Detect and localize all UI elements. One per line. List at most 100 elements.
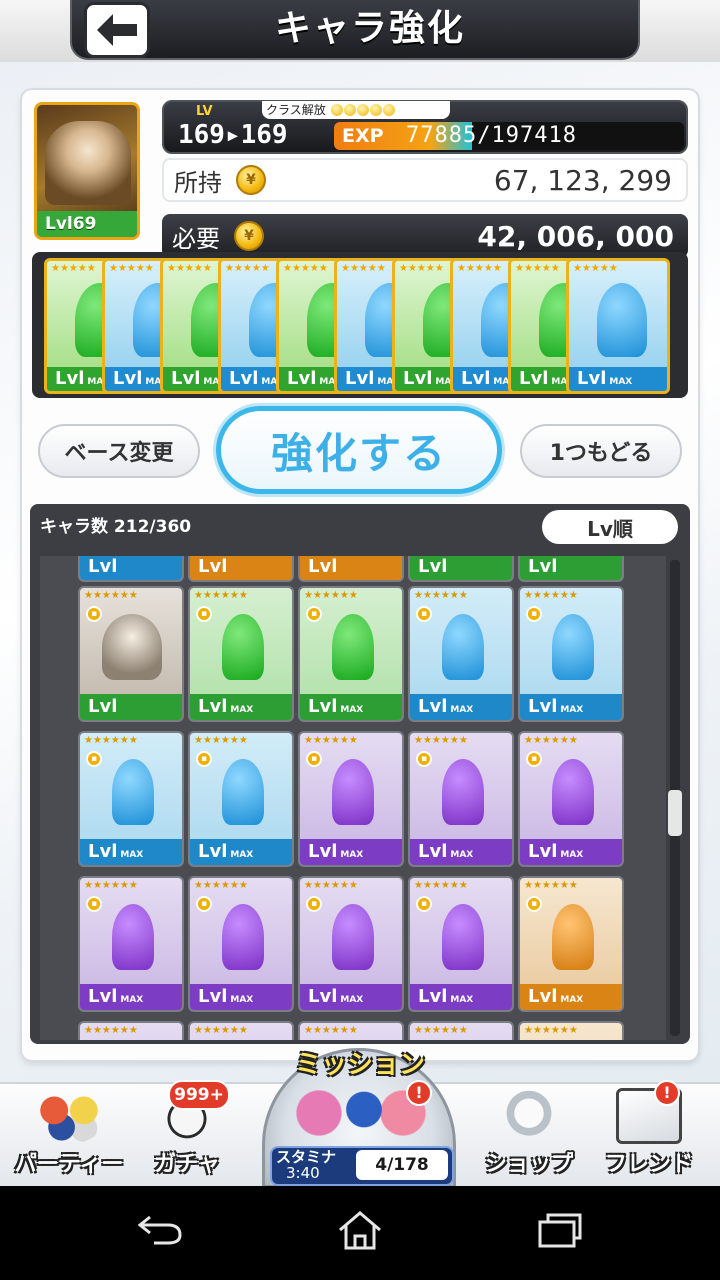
character-card[interactable]: ★★★★★★▪LvlMAX xyxy=(298,586,404,722)
character-card[interactable]: ★★★★★★▪LvlMAX xyxy=(298,731,404,867)
character-card[interactable]: ★★★★★★▪LvlMAX xyxy=(408,586,514,722)
character-card[interactable]: ★★★★★★▪LvlMAX xyxy=(518,586,624,722)
class-release: クラス解放 xyxy=(262,101,450,119)
material-card[interactable]: ★★★★★ Lvl MAX xyxy=(566,258,670,394)
lock-icon: ▪ xyxy=(86,751,102,767)
class-release-label: クラス解放 xyxy=(266,103,326,117)
rarity-stars: ★★★★★ xyxy=(341,263,386,274)
base-character-card[interactable]: Lvl69 xyxy=(34,102,140,240)
nav-shop[interactable]: ショップ xyxy=(464,1088,594,1184)
rarity-stars: ★★★★★ xyxy=(515,263,560,274)
card-character xyxy=(102,614,162,680)
card-level: Lvl MAX xyxy=(80,839,182,865)
gacha-badge: 999+ xyxy=(168,1080,230,1110)
gold-coin-icon: ¥ xyxy=(236,165,266,195)
card-level: Lvl MAX xyxy=(190,694,292,720)
character-card[interactable]: ★★★★★★▪LvlMAX xyxy=(408,1021,514,1040)
character-card[interactable]: ★★★★★★▪LvlMAX xyxy=(188,731,294,867)
character-card[interactable]: ★★★★★★▪Lvl xyxy=(518,556,624,582)
nav-friend[interactable]: フレンド xyxy=(584,1088,714,1184)
level-value: 169▸169 xyxy=(178,120,288,150)
character-card[interactable]: ★★★★★★▪LvlMAX xyxy=(188,876,294,1012)
rarity-stars: ★★★★★★ xyxy=(84,590,138,601)
card-level: Lvl MAX xyxy=(520,694,622,720)
card-character xyxy=(332,759,374,825)
character-card[interactable]: ★★★★★★▪Lvl xyxy=(78,556,184,582)
stamina-timer: 3:40 xyxy=(286,1164,320,1182)
sort-button[interactable]: Lv順 xyxy=(542,510,678,544)
owned-label: 所持 xyxy=(174,168,222,197)
character-card[interactable]: ★★★★★★▪LvlMAX xyxy=(518,1021,624,1040)
card-level: Lvl MAX xyxy=(410,694,512,720)
android-back-icon[interactable] xyxy=(130,1206,190,1254)
exp-bar: EXP 77885/197418 xyxy=(334,122,684,150)
back-button[interactable] xyxy=(84,2,150,58)
character-card[interactable]: ★★★★★★▪Lvl xyxy=(188,556,294,582)
character-card[interactable]: ★★★★★★▪LvlMAX xyxy=(298,876,404,1012)
card-level: Lvl xyxy=(80,556,182,580)
card-character xyxy=(332,904,374,970)
character-card[interactable]: ★★★★★★▪LvlMAX xyxy=(188,586,294,722)
lv-tag: LV xyxy=(196,104,213,119)
lock-icon: ▪ xyxy=(416,896,432,912)
nav-party[interactable]: パーティー xyxy=(4,1088,134,1184)
character-card[interactable]: ★★★★★★▪LvlMAX xyxy=(408,876,514,1012)
rarity-stars: ★★★★★★ xyxy=(194,735,248,746)
character-card[interactable]: ★★★★★★▪Lvl xyxy=(298,556,404,582)
character-card[interactable]: ★★★★★★▪LvlMAX xyxy=(78,1021,184,1040)
rarity-stars: ★★★★★★ xyxy=(194,880,248,891)
base-level-badge: Lvl69 xyxy=(37,211,137,237)
character-card[interactable]: ★★★★★★▪LvlMAX xyxy=(188,1021,294,1040)
card-character xyxy=(442,759,484,825)
lock-icon: ▪ xyxy=(306,751,322,767)
character-card[interactable]: ★★★★★★▪LvlMAX xyxy=(518,876,624,1012)
exp-value: 77885/197418 xyxy=(406,123,577,148)
class-orb-icon xyxy=(369,104,382,116)
character-card[interactable]: ★★★★★★▪Lvl xyxy=(78,586,184,722)
stamina-value: 4/178 xyxy=(356,1150,448,1180)
character-card[interactable]: ★★★★★★▪Lvl xyxy=(408,556,514,582)
rarity-stars: ★★★★★★ xyxy=(304,880,358,891)
character-card[interactable]: ★★★★★★▪LvlMAX xyxy=(78,731,184,867)
back-arrow-icon xyxy=(97,14,137,46)
card-character xyxy=(222,904,264,970)
lock-icon: ▪ xyxy=(86,896,102,912)
card-character xyxy=(552,904,594,970)
rarity-stars: ★★★★★ xyxy=(51,263,96,274)
card-level: Lvl MAX xyxy=(190,984,292,1010)
android-recent-apps-icon[interactable] xyxy=(530,1206,590,1254)
mission-alert-badge: ! xyxy=(406,1080,432,1106)
friend-alert-badge: ! xyxy=(654,1080,680,1106)
rarity-stars: ★★★★★★ xyxy=(414,1025,468,1036)
character-card[interactable]: ★★★★★★▪LvlMAX xyxy=(408,731,514,867)
rarity-stars: ★★★★★★ xyxy=(524,735,578,746)
class-orb-icon xyxy=(343,104,356,116)
owned-gold-row: 所持 ¥ 67, 123, 299 xyxy=(162,158,688,202)
rarity-stars: ★★★★★★ xyxy=(84,1025,138,1036)
character-card[interactable]: ★★★★★★▪LvlMAX xyxy=(298,1021,404,1040)
required-label: 必要 xyxy=(172,224,220,253)
rarity-stars: ★★★★★★ xyxy=(194,590,248,601)
card-character xyxy=(222,759,264,825)
character-portrait xyxy=(45,121,131,205)
enhance-button[interactable]: 強化する xyxy=(216,406,502,494)
card-level: Lvl xyxy=(300,556,402,580)
character-grid[interactable]: ★★★★★★ ▪ Lvl ★★★★★★ ▪ Lvl ★★★★★★ ▪ Lvl ★★★★★★ ▪ Lvl… xyxy=(40,556,666,1040)
rarity-stars: ★★★★★ xyxy=(457,263,502,274)
lock-icon: ▪ xyxy=(416,606,432,622)
base-change-button[interactable]: ベース変更 xyxy=(38,424,200,478)
card-level: Lvl MAX xyxy=(300,984,402,1010)
card-level: Lvl xyxy=(520,556,622,580)
undo-button[interactable]: 1つもどる xyxy=(520,424,682,478)
android-home-icon[interactable] xyxy=(330,1206,390,1254)
party-icon xyxy=(32,1088,106,1144)
nav-gacha-label: ガチャ xyxy=(154,1152,220,1177)
lock-icon: ▪ xyxy=(526,606,542,622)
character-card[interactable]: ★★★★★★▪LvlMAX xyxy=(518,731,624,867)
rarity-stars: ★★★★★★ xyxy=(304,590,358,601)
character-card[interactable]: ★★★★★★▪LvlMAX xyxy=(78,876,184,1012)
card-level: Lvl xyxy=(410,556,512,580)
mission-title: ミッション xyxy=(294,1050,425,1080)
card-level: Lvl MAX xyxy=(520,984,622,1010)
scrollbar-thumb[interactable] xyxy=(668,790,682,836)
